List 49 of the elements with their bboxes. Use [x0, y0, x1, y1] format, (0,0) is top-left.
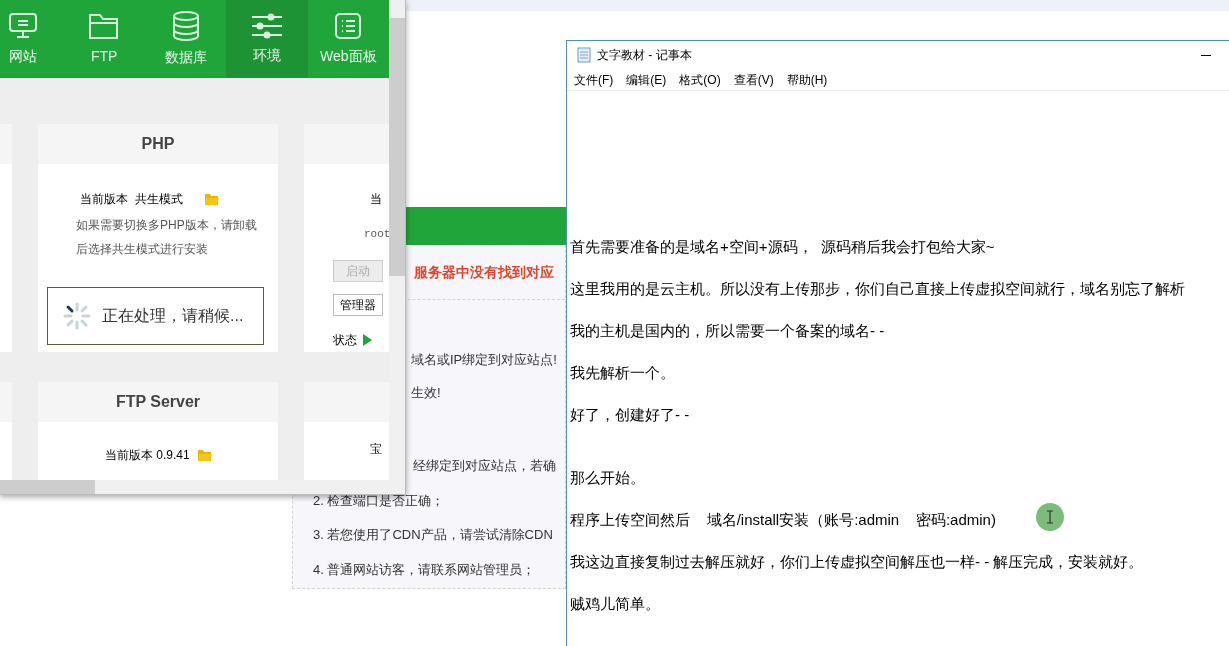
vertical-scrollbar[interactable] — [389, 0, 405, 480]
message-text: 域名或IP绑定到对应站点! — [411, 351, 558, 369]
minimize-icon[interactable] — [1201, 54, 1211, 56]
step-text: 3. 若您使用了CDN产品，请尝试清除CDN — [313, 526, 554, 544]
window-title: 文字教材 - 记事本 — [597, 47, 693, 64]
nav-tab[interactable]: 环境 — [226, 0, 308, 78]
folder-icon — [88, 11, 121, 40]
menu-item[interactable]: 文件(F) — [574, 70, 614, 89]
list-icon — [334, 11, 363, 40]
menu-item[interactable]: 帮助(H) — [786, 70, 828, 89]
version-label: 当前版本 0.9.41 — [105, 447, 190, 464]
folder-icon[interactable] — [197, 449, 212, 461]
step-text: 4. 普通网站访客，请联系网站管理员； — [313, 560, 537, 579]
note-text: 后选择共生模式进行安装 — [76, 241, 209, 258]
text-line: 好了，创建好了- - — [570, 405, 690, 425]
spinner-icon — [62, 301, 92, 331]
text-line: 贼鸡儿简单。 — [570, 594, 660, 614]
version-label: 当前版本 共生模式 — [80, 191, 183, 208]
text-line: 那么开始。 — [570, 468, 645, 488]
play-icon — [363, 334, 372, 346]
step-text: 2. 检查端口是否正确； — [313, 491, 446, 510]
text-line: 首先需要准备的是域名+空间+源码， 源码稍后我会打包给大家~ — [570, 237, 995, 257]
text-line: 我这边直接复制过去解压就好，你们上传虚拟空间解压也一样- - 解压完成，安装就好。 — [570, 552, 1144, 572]
monitor-icon — [7, 11, 38, 40]
menu-item[interactable]: 格式(O) — [679, 70, 721, 89]
sliders-icon — [250, 12, 283, 39]
message-text: 生效! — [411, 383, 442, 402]
text-line: 我的主机是国内的，所以需要一个备案的域名- - — [570, 321, 885, 341]
version-label: 当 — [370, 192, 382, 206]
note-text: 如果需要切换多PHP版本，请卸载 — [76, 217, 258, 234]
path-label: root — [364, 228, 390, 240]
text-line: 这里我用的是云主机。所以没有上传那步，你们自己直接上传虚拟空间就行，域名别忘了解析 — [570, 279, 1185, 299]
card-title: PHP — [141, 134, 175, 154]
text-line: 程序上传空间然后 域名/install安装（账号:admin 密码:admin) — [570, 510, 996, 530]
menu-item[interactable]: 查看(V) — [733, 70, 774, 89]
manager-button[interactable]: 管理器 — [333, 294, 383, 316]
step-text: 经绑定到对应站点，若确 — [412, 457, 557, 475]
database-icon — [171, 10, 200, 41]
card-label: 宝 — [370, 442, 382, 456]
folder-icon[interactable] — [204, 193, 219, 205]
cursor-highlight-icon — [1036, 503, 1064, 531]
menu-item[interactable]: 编辑(E) — [626, 70, 667, 89]
error-title: 服务器中没有找到对应 — [414, 262, 554, 282]
text-line: 我先解析一个。 — [570, 363, 675, 383]
horizontal-scrollbar[interactable] — [0, 480, 405, 494]
loading-text: 正在处理，请稍候... — [102, 306, 244, 326]
notepad-icon — [577, 47, 591, 63]
status-label: 状态 — [333, 332, 357, 349]
card-title: FTP Server — [115, 392, 201, 412]
